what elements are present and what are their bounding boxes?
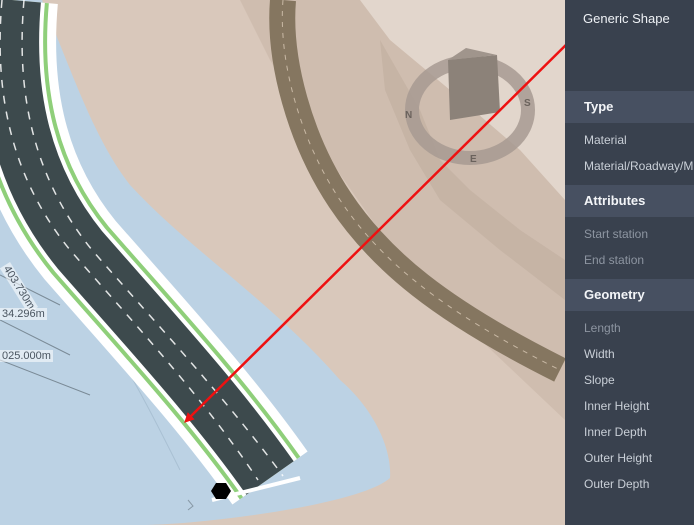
section-header-geometry[interactable]: Geometry: [565, 279, 694, 311]
prop-inner-height[interactable]: Inner Height: [565, 393, 694, 419]
prop-inner-depth[interactable]: Inner Depth: [565, 419, 694, 445]
prop-end-station[interactable]: End station: [565, 247, 694, 273]
type-properties: Material Material/Roadway/M: [565, 123, 694, 185]
panel-title-area: Generic Shape: [565, 0, 694, 91]
prop-material[interactable]: Material: [565, 127, 694, 153]
prop-slope[interactable]: Slope: [565, 367, 694, 393]
prop-length[interactable]: Length: [565, 315, 694, 341]
prop-start-station[interactable]: Start station: [565, 221, 694, 247]
compass-label-e: E: [470, 154, 477, 165]
geometry-properties: Length Width Slope Inner Height Inner De…: [565, 311, 694, 503]
panel-title: Generic Shape: [583, 11, 670, 26]
prop-outer-height[interactable]: Outer Height: [565, 445, 694, 471]
measurement-label-2: 34.296m: [0, 308, 47, 320]
attributes-properties: Start station End station: [565, 217, 694, 279]
section-header-attributes[interactable]: Attributes: [565, 185, 694, 217]
compass-label-s: S: [524, 98, 531, 109]
building-block: [448, 55, 500, 120]
prop-material-path[interactable]: Material/Roadway/M: [565, 153, 694, 179]
3d-viewport[interactable]: N E S 403.730m 34.296m 025.000m: [0, 0, 565, 525]
prop-outer-depth[interactable]: Outer Depth: [565, 471, 694, 497]
prop-width[interactable]: Width: [565, 341, 694, 367]
measurement-label-3: 025.000m: [0, 350, 53, 362]
scene-canvas[interactable]: N E S: [0, 0, 565, 525]
section-header-type[interactable]: Type: [565, 91, 694, 123]
compass-label-n: N: [405, 110, 412, 121]
properties-panel: Generic Shape Type Material Material/Roa…: [565, 0, 694, 525]
